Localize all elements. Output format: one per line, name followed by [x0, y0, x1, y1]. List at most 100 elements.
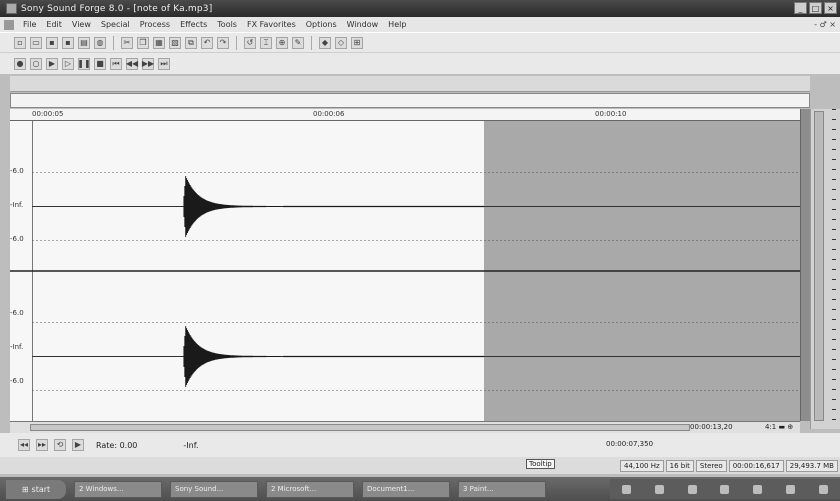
tray-icon[interactable]: [654, 484, 664, 494]
taskbar-item[interactable]: 3 Paint...: [458, 480, 546, 498]
forward-small-icon[interactable]: ▸▸: [36, 439, 48, 451]
loop-icon[interactable]: ○: [30, 57, 42, 70]
snap-icon[interactable]: ⊞: [351, 36, 363, 49]
menu-help[interactable]: Help: [383, 20, 411, 29]
title-bar: Sony Sound Forge 8.0 - [note of Ka.mp3] …: [0, 0, 840, 17]
menu-effects[interactable]: Effects: [175, 20, 212, 29]
scrollbar-thumb[interactable]: [30, 424, 690, 431]
stop-icon[interactable]: ■: [94, 57, 106, 70]
taskbar-item[interactable]: Sony Sound...: [170, 480, 258, 498]
new-file-icon[interactable]: ▫: [14, 36, 26, 49]
go-end-icon[interactable]: ⏭: [158, 57, 170, 70]
file-length: 00:00:16,617: [728, 459, 784, 472]
start-label: start: [31, 484, 51, 494]
play-small-icon[interactable]: ▶: [72, 439, 84, 451]
explorer-icon[interactable]: ◍: [94, 36, 106, 49]
menu-view[interactable]: View: [67, 20, 96, 29]
save-as-icon[interactable]: ▪: [62, 36, 74, 49]
bit-depth[interactable]: 16 bit: [665, 459, 694, 472]
magnify-tool-icon[interactable]: ⊕: [276, 36, 288, 49]
rewind-icon[interactable]: ◀◀: [126, 57, 138, 70]
copy-icon[interactable]: ❐: [137, 36, 149, 49]
selection-time: 00:00:13,20: [690, 423, 733, 431]
taskbar-item[interactable]: Document1...: [362, 480, 450, 498]
play-icon[interactable]: ▷: [62, 57, 74, 70]
pencil-tool-icon[interactable]: ✎: [292, 36, 304, 49]
trim-icon[interactable]: ⧉: [185, 36, 197, 49]
sample-rate[interactable]: 44,100 Hz: [619, 459, 664, 472]
playback-bar: ◂◂ ▸▸ ⟲ ▶ Rate: 0.00 -Inf. 00:00:07,350: [0, 433, 840, 457]
menu-file[interactable]: File: [18, 20, 41, 29]
tray-icon[interactable]: [753, 484, 763, 494]
start-button[interactable]: ⊞ start: [6, 479, 66, 499]
record-icon[interactable]: ●: [14, 57, 26, 70]
mdi-controls[interactable]: - ♂ ×: [814, 20, 836, 29]
ruler-label: 00:00:05: [32, 110, 64, 118]
vertical-scrollbar[interactable]: [800, 109, 810, 421]
taskbar: ⊞ start 2 Windows... Sony Sound... 2 Mic…: [0, 477, 840, 501]
level-meter-scale: [832, 109, 836, 429]
properties-icon[interactable]: ▤: [78, 36, 90, 49]
repeat-icon[interactable]: ↺: [244, 36, 256, 49]
mix-icon[interactable]: ▧: [169, 36, 181, 49]
envelope-icon[interactable]: ◇: [335, 36, 347, 49]
cursor-position: 00:00:07,350: [606, 440, 654, 448]
status-bar: Tooltip 44,100 Hz 16 bit Stereo 00:00:16…: [0, 457, 840, 474]
waveform-burst: [182, 176, 282, 237]
menu-tools[interactable]: Tools: [212, 20, 242, 29]
menu-fx-favorites[interactable]: FX Favorites: [242, 20, 301, 29]
menu-edit[interactable]: Edit: [41, 20, 67, 29]
undo-icon[interactable]: ↶: [201, 36, 213, 49]
taskbar-item[interactable]: 2 Microsoft...: [266, 480, 354, 498]
paste-icon[interactable]: ▦: [153, 36, 165, 49]
taskbar-item[interactable]: 2 Windows...: [74, 480, 162, 498]
maximize-button[interactable]: □: [809, 2, 822, 14]
tray-icon[interactable]: [720, 484, 730, 494]
windows-logo-icon: ⊞: [21, 484, 29, 494]
menu-process[interactable]: Process: [135, 20, 175, 29]
save-icon[interactable]: ▪: [46, 36, 58, 49]
horizontal-scrollbar[interactable]: 00:00:13,20 4:1 ▬ ⊕: [10, 421, 800, 433]
zoom-ratio[interactable]: 4:1 ▬ ⊕: [765, 423, 793, 431]
tray-icon[interactable]: [687, 484, 697, 494]
rewind-small-icon[interactable]: ◂◂: [18, 439, 30, 451]
channel-mode[interactable]: Stereo: [695, 459, 727, 472]
overview-bar[interactable]: [10, 93, 810, 108]
go-start-icon[interactable]: ⏮: [110, 57, 122, 70]
disk-space: 29,493.7 MB: [785, 459, 838, 472]
menu-bar: File Edit View Special Process Effects T…: [0, 17, 840, 32]
ruler-label: 00:00:10: [595, 110, 627, 118]
toolbar-divider: [113, 35, 114, 50]
db-label: -6.0: [10, 309, 24, 317]
db-label: -Inf.: [10, 201, 24, 209]
close-button[interactable]: ×: [824, 2, 837, 14]
edit-tool-icon[interactable]: ⌶: [260, 36, 272, 49]
minimize-button[interactable]: _: [794, 2, 807, 14]
document-icon[interactable]: [4, 19, 14, 30]
waveform-burst: [182, 326, 282, 387]
level-meter: [810, 109, 840, 429]
waveform-display[interactable]: -6.0 -Inf. -6.0 -6.0 -Inf. -6.0: [10, 121, 800, 421]
db-label: -6.0: [10, 235, 24, 243]
play-all-icon[interactable]: ▶: [46, 57, 58, 70]
tray-icon[interactable]: [786, 484, 796, 494]
loop-small-icon[interactable]: ⟲: [54, 439, 66, 451]
tray-icon[interactable]: [621, 484, 631, 494]
rate-label[interactable]: Rate: 0.00: [96, 441, 137, 450]
redo-icon[interactable]: ↷: [217, 36, 229, 49]
open-file-icon[interactable]: ▭: [30, 36, 42, 49]
menu-window[interactable]: Window: [342, 20, 384, 29]
tray-icon[interactable]: [818, 484, 828, 494]
forward-icon[interactable]: ▶▶: [142, 57, 154, 70]
pause-icon[interactable]: ❚❚: [77, 57, 91, 70]
db-label: -Inf.: [10, 343, 24, 351]
menu-special[interactable]: Special: [96, 20, 135, 29]
time-ruler[interactable]: 00:00:05 00:00:06 00:00:10: [10, 109, 800, 121]
waveform-canvas[interactable]: [10, 121, 800, 421]
system-tray: [610, 479, 840, 499]
menu-options[interactable]: Options: [301, 20, 342, 29]
cut-icon[interactable]: ✂: [121, 36, 133, 49]
event-tool-icon[interactable]: ◆: [319, 36, 331, 49]
toolbar-divider: [311, 35, 312, 50]
app-icon: [6, 3, 17, 14]
